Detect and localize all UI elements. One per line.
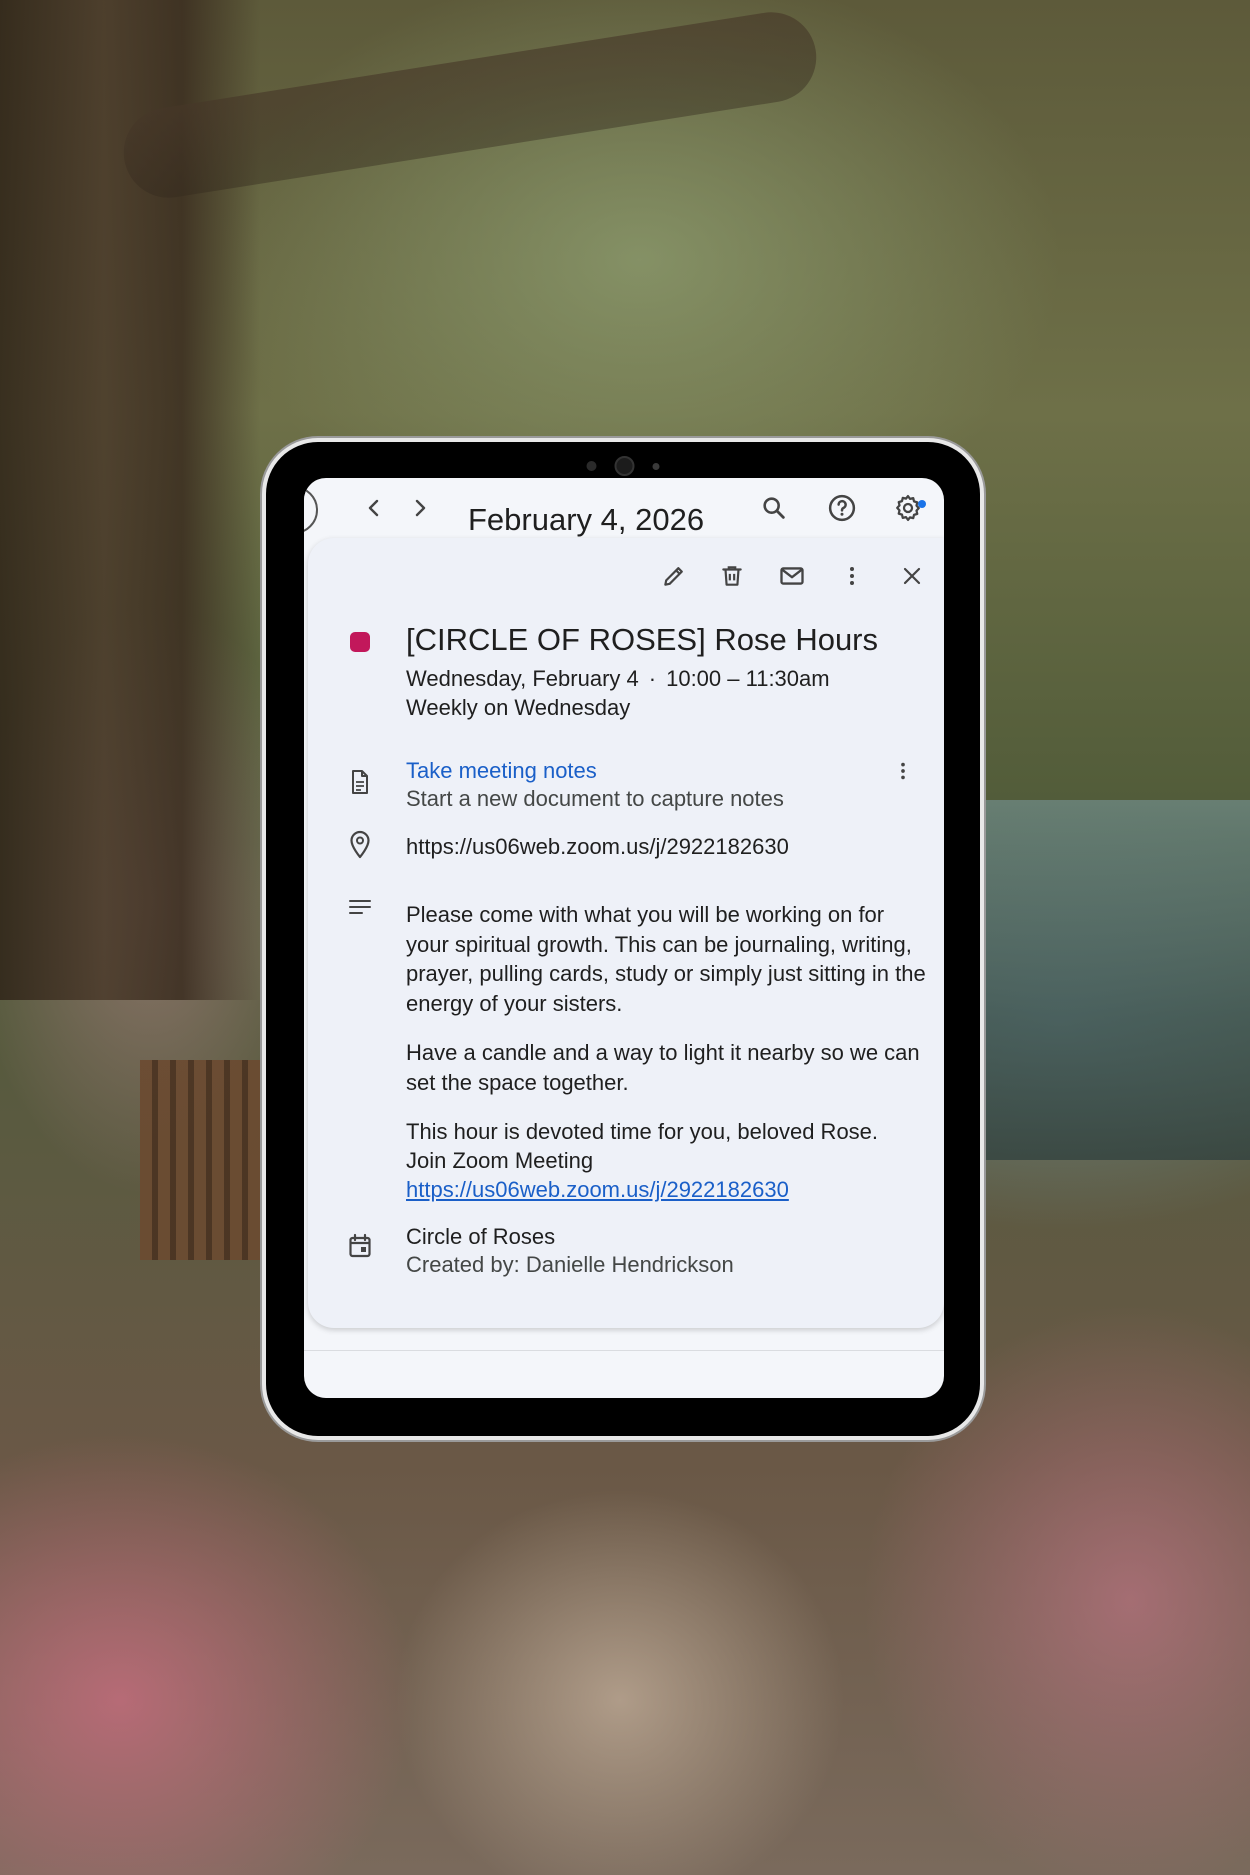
zoom-meeting-link[interactable]: https://us06web.zoom.us/j/2922182630	[406, 1177, 789, 1203]
search-icon[interactable]	[756, 490, 792, 526]
event-date: Wednesday, February 4	[406, 666, 639, 691]
take-meeting-notes-link[interactable]: Take meeting notes	[406, 758, 597, 784]
event-title: [CIRCLE OF ROSES] Rose Hours	[406, 622, 879, 657]
divider	[304, 1350, 944, 1351]
event-color-indicator	[350, 632, 370, 652]
edit-icon[interactable]	[656, 558, 692, 594]
description-paragraph: This hour is devoted time for you, belov…	[406, 1119, 879, 1144]
event-time: 10:00 – 11:30am	[666, 666, 830, 691]
event-toolbar	[308, 538, 944, 608]
event-location[interactable]: https://us06web.zoom.us/j/2922182630	[406, 834, 789, 860]
current-date-title[interactable]: February 4, 2026	[468, 502, 704, 538]
datetime-separator: ·	[648, 666, 657, 691]
sensor-dot-small	[652, 462, 660, 470]
delete-icon[interactable]	[714, 558, 750, 594]
calendar-icon	[346, 1232, 374, 1260]
location-pin-icon	[346, 830, 374, 859]
front-camera	[586, 456, 660, 476]
email-icon[interactable]	[774, 558, 810, 594]
more-options-icon[interactable]	[834, 558, 870, 594]
tablet-device: February 4, 2026 [CIRCLE OF ROSES] Rose …	[266, 442, 980, 1436]
event-recurrence: Weekly on Wednesday	[406, 695, 631, 720]
calendar-name: Circle of Roses	[406, 1224, 556, 1249]
calendar-app-screen: February 4, 2026 [CIRCLE OF ROSES] Rose …	[304, 478, 944, 1398]
event-creator: Created by: Danielle Hendrickson	[406, 1252, 734, 1277]
event-datetime: Wednesday, February 4 · 10:00 – 11:30am	[406, 666, 830, 692]
notes-more-icon[interactable]	[888, 756, 918, 786]
notification-dot	[918, 500, 926, 508]
close-icon[interactable]	[894, 558, 930, 594]
chevron-right-icon[interactable]	[402, 490, 438, 526]
camera-lens	[614, 456, 635, 476]
menu-button[interactable]	[304, 486, 318, 534]
stream	[980, 800, 1250, 1160]
settings-icon[interactable]	[890, 490, 926, 526]
description-paragraph: Have a candle and a way to light it near…	[406, 1040, 920, 1095]
help-icon[interactable]	[824, 490, 860, 526]
document-icon	[346, 768, 374, 796]
garden-background: February 4, 2026 [CIRCLE OF ROSES] Rose …	[0, 0, 1250, 1875]
description-paragraph: Please come with what you will be workin…	[406, 902, 926, 1016]
calendar-top-bar: February 4, 2026	[304, 478, 944, 538]
join-zoom-label: Join Zoom Meeting	[406, 1148, 594, 1173]
sensor-dot	[586, 461, 597, 471]
description-icon	[346, 894, 374, 922]
event-details-card: [CIRCLE OF ROSES] Rose Hours Wednesday, …	[308, 538, 944, 1328]
chevron-left-icon[interactable]	[356, 490, 392, 526]
event-description: Please come with what you will be workin…	[406, 900, 926, 1167]
notes-subtitle: Start a new document to capture notes	[406, 786, 784, 811]
garden-bench	[140, 1060, 280, 1260]
